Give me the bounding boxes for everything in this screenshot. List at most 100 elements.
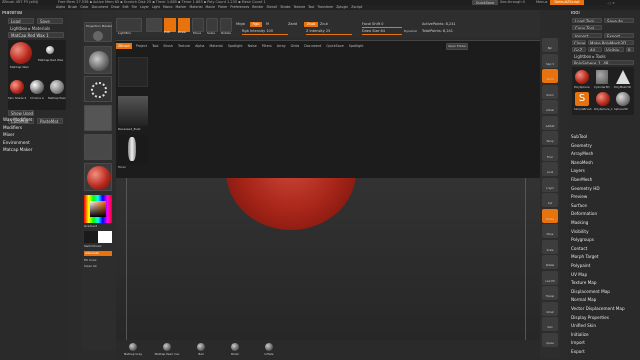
material-slot[interactable] (84, 163, 112, 191)
material-load-button[interactable]: Load (8, 18, 34, 24)
lightbox-tab-6[interactable]: Material (208, 43, 223, 49)
r-button[interactable]: R (626, 47, 634, 52)
lightbox-tab-8[interactable]: Noise (247, 43, 258, 49)
tool-menu-polygroups[interactable]: Polygroups (568, 237, 640, 243)
import-button[interactable]: Import (572, 33, 602, 38)
lightbox-tab-0[interactable]: ZBrush (116, 43, 132, 49)
mrgb-button[interactable]: Mrgb (236, 22, 245, 27)
zcut-button[interactable]: Zcut (320, 22, 328, 27)
tool-menu-geometry[interactable]: Geometry (568, 143, 640, 149)
tool-thumb-polysphere-1[interactable] (596, 92, 610, 106)
tool-menu-subtool[interactable]: SubTool (568, 134, 640, 140)
tool-menu-nanomesh[interactable]: NanoMesh (568, 160, 640, 166)
lightbox-tab-5[interactable]: Alpha (194, 43, 205, 49)
scale-button[interactable]: Scale (206, 18, 218, 35)
lightbox-materials[interactable]: Lightbox ▸ Materials (10, 26, 50, 31)
lightbox-tab-9[interactable]: Filters (261, 43, 273, 49)
tool-menu-surface[interactable]: Surface (568, 203, 640, 209)
z-intensity-slider[interactable]: Z Intensity 25 (306, 29, 352, 35)
show-used-button[interactable]: Show Used (8, 110, 34, 116)
material-menu-environment[interactable]: Environment (0, 140, 70, 146)
rgb-intensity-slider[interactable]: Rgb Intensity 100 (242, 29, 288, 35)
right-tool-aahalf[interactable]: AAHalf (542, 115, 558, 130)
bottom-shelf-item-2[interactable]: Ball (188, 342, 214, 358)
tool-menu-displacement-map[interactable]: Displacement Map (568, 289, 640, 295)
right-tool-move[interactable]: Move (542, 224, 558, 238)
copy-tool-button[interactable]: Copy Tool (572, 25, 602, 30)
material-menu-wax-modifiers[interactable]: Wax Modifiers (0, 117, 70, 123)
rgb-button[interactable]: Rgb (250, 22, 262, 27)
right-tool-zoom[interactable]: Zoom (542, 84, 558, 99)
right-tool-bpr[interactable]: Bpr (542, 38, 558, 52)
make-polymesh-button[interactable]: Make PolyMesh3D (588, 40, 634, 45)
right-tool-scale[interactable]: Scale (542, 239, 558, 254)
right-tool-rotate[interactable]: Rotate (542, 255, 558, 269)
tool-thumb-polymesh[interactable] (616, 70, 630, 84)
move-button[interactable]: Move (192, 18, 204, 35)
right-tool-ghost[interactable]: Ghost (542, 301, 558, 316)
lightbox-tab-10[interactable]: Array (276, 43, 287, 49)
lightbox-item-torso[interactable] (118, 135, 148, 165)
lightbox-item-first[interactable] (118, 57, 148, 87)
dynamic-button[interactable]: Dynamic (404, 29, 417, 34)
lightbox-tab-1[interactable]: Project (135, 43, 148, 49)
tool-menu-morph-target[interactable]: Morph Target (568, 254, 640, 260)
all-button[interactable]: All (588, 47, 602, 52)
switch-color-button[interactable]: SwitchColor (84, 244, 102, 249)
projection-master-button[interactable]: Projection Master (84, 22, 112, 42)
right-tool-local[interactable]: Local (542, 162, 558, 176)
open-folder-button[interactable]: Open Folder (446, 43, 468, 50)
tool-menu-initialize[interactable]: Initialize (568, 332, 640, 338)
tool-menu-visibility[interactable]: Visibility (568, 229, 640, 235)
quick-sketch-button[interactable] (146, 18, 162, 32)
right-tool-line-fill[interactable]: Line Fill (542, 270, 558, 285)
lightbox-tab-7[interactable]: Spotlight (227, 43, 244, 49)
right-tool-frame[interactable]: Frame (542, 208, 558, 223)
tool-menu-deformation[interactable]: Deformation (568, 211, 640, 217)
right-tool-l-sym[interactable]: L.Sym (542, 177, 558, 192)
goz-button[interactable]: GoZ (572, 47, 586, 52)
brush-slot-standard[interactable] (84, 46, 112, 74)
draw-size-slider[interactable]: Draw Size 64 (362, 29, 402, 35)
m-button[interactable]: M (266, 22, 269, 27)
tool-menu-display-properties[interactable]: Display Properties (568, 315, 640, 321)
right-tool-solo[interactable]: Solo (542, 317, 558, 331)
material-thumb-skin[interactable] (10, 80, 24, 94)
material-thumb-wax[interactable] (10, 42, 32, 64)
tool-menu-preview[interactable]: Preview (568, 194, 640, 200)
tool-menu-texture-map[interactable]: Texture Map (568, 280, 640, 286)
material-save-button[interactable]: Save (37, 18, 63, 24)
lightbox-tab-4[interactable]: Texture (177, 43, 191, 49)
secondary-color-swatch[interactable] (98, 231, 112, 243)
main-color-swatch[interactable] (84, 231, 98, 243)
tool-menu-geometry-hd[interactable]: Geometry HD (568, 186, 640, 192)
bottom-shelf-item-3[interactable]: Polish (222, 342, 248, 358)
edit-button[interactable]: Edit (164, 18, 176, 34)
lightbox-tab-3[interactable]: Brush (162, 43, 174, 49)
stroke-slot[interactable] (84, 76, 112, 102)
lightbox-tab-13[interactable]: QuickSave (325, 43, 344, 49)
tool-menu-arraymesh[interactable]: ArrayMesh (568, 151, 640, 157)
clone-button[interactable]: Clone (572, 40, 586, 45)
tool-menu-export[interactable]: Export (568, 349, 640, 355)
right-tool-persp[interactable]: Persp (542, 131, 558, 145)
bottom-shelf-item-4[interactable]: Inflate (256, 342, 282, 358)
color-picker-square[interactable] (90, 201, 106, 217)
material-menu-mixer[interactable]: Mixer (0, 132, 70, 138)
tool-menu-normal-map[interactable]: Normal Map (568, 297, 640, 303)
tool-menu-vector-displacement-map[interactable]: Vector Displacement Map (568, 306, 640, 312)
zadd-button[interactable]: Zadd (288, 22, 297, 27)
rotate-button[interactable]: Rotate (220, 18, 232, 35)
material-thumb-red-wax[interactable] (46, 46, 54, 54)
tool-menu-uv-map[interactable]: UV Map (568, 272, 640, 278)
focal-shift-slider[interactable]: Focal Shift 0 (362, 22, 402, 28)
clear-all-button[interactable]: Clear All (84, 264, 97, 269)
right-tool-scroll[interactable]: Scroll (542, 69, 558, 83)
lightbox-tab-14[interactable]: Spotlight (348, 43, 365, 49)
current-material-label[interactable]: MatCap Red Wax 1 (8, 32, 64, 38)
right-tool-xyz[interactable]: Xyz (542, 193, 558, 207)
right-tool-floor[interactable]: Floor (542, 146, 558, 161)
color-picker[interactable] (84, 195, 112, 223)
tool-thumb-sphere3d[interactable] (616, 92, 630, 106)
tool-thumb-simplebrush[interactable]: S (575, 92, 589, 106)
